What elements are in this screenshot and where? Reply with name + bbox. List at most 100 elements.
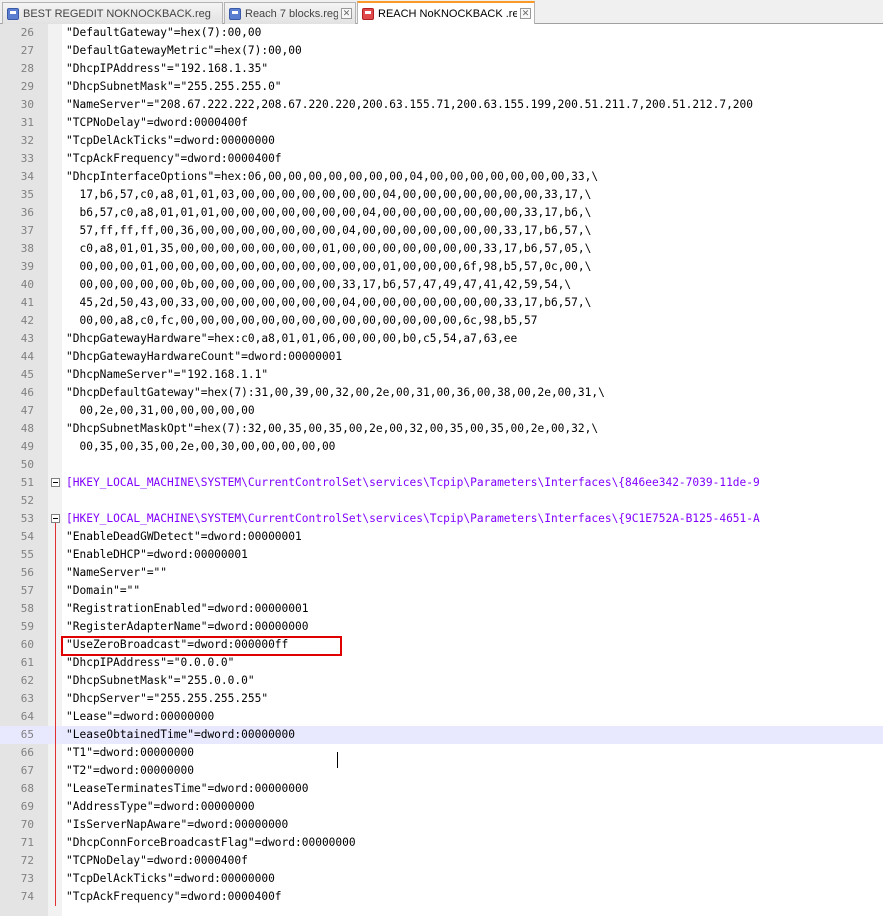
code-line[interactable]: 47 00,2e,00,31,00,00,00,00,00 [0, 402, 883, 420]
code-line[interactable]: 43 "DhcpGatewayHardware"=hex:c0,a8,01,01,… [0, 330, 883, 348]
code-line[interactable]: 67 "T2"=dword:00000000 [0, 762, 883, 780]
code-line[interactable]: 40 00,00,00,00,00,0b,00,00,00,00,00,00,0… [0, 276, 883, 294]
code-text[interactable]: "DhcpInterfaceOptions"=hex:06,00,00,00,0… [66, 168, 598, 186]
code-line[interactable]: 51 [HKEY_LOCAL_MACHINE\SYSTEM\CurrentCont… [0, 474, 883, 492]
code-line[interactable]: 58 "RegistrationEnabled"=dword:00000001 [0, 600, 883, 618]
tab-reach-7-blocks[interactable]: Reach 7 blocks.reg ✕ [224, 2, 356, 24]
code-text[interactable]: "DhcpServer"="255.255.255.255" [66, 690, 268, 708]
code-text[interactable]: "TcpDelAckTicks"=dword:00000000 [66, 132, 275, 150]
code-line[interactable]: 36 b6,57,c0,a8,01,01,01,00,00,00,00,00,0… [0, 204, 883, 222]
code-line[interactable]: 54 "EnableDeadGWDetect"=dword:00000001 [0, 528, 883, 546]
code-text[interactable]: "TCPNoDelay"=dword:0000400f [66, 852, 248, 870]
code-line[interactable]: 71 "DhcpConnForceBroadcastFlag"=dword:000… [0, 834, 883, 852]
fold-toggle-icon[interactable] [50, 474, 62, 492]
code-line[interactable]: 59 "RegisterAdapterName"=dword:00000000 [0, 618, 883, 636]
code-line[interactable]: 63 "DhcpServer"="255.255.255.255" [0, 690, 883, 708]
code-text[interactable]: "RegisterAdapterName"=dword:00000000 [66, 618, 308, 636]
code-line[interactable]: 39 00,00,00,01,00,00,00,00,00,00,00,00,0… [0, 258, 883, 276]
code-text[interactable]: "DefaultGateway"=hex(7):00,00 [66, 24, 261, 42]
code-line[interactable]: 44 "DhcpGatewayHardwareCount"=dword:00000… [0, 348, 883, 366]
code-text[interactable]: "T2"=dword:00000000 [66, 762, 194, 780]
code-line[interactable]: 64 "Lease"=dword:00000000 [0, 708, 883, 726]
code-text[interactable]: "DhcpNameServer"="192.168.1.1" [66, 366, 268, 384]
code-line[interactable]: 33 "TcpAckFrequency"=dword:0000400f [0, 150, 883, 168]
code-line[interactable]: 62 "DhcpSubnetMask"="255.0.0.0" [0, 672, 883, 690]
code-text[interactable]: "T1"=dword:00000000 [66, 744, 194, 762]
code-line[interactable]: 65 "LeaseObtainedTime"=dword:00000000 [0, 726, 883, 744]
code-line[interactable]: 30 "NameServer"="208.67.222.222,208.67.22… [0, 96, 883, 114]
code-line[interactable]: 50 [0, 456, 883, 474]
code-text[interactable]: 00,00,a8,c0,fc,00,00,00,00,00,00,00,00,0… [66, 312, 537, 330]
code-line[interactable]: 37 57,ff,ff,ff,00,36,00,00,00,00,00,00,0… [0, 222, 883, 240]
code-text[interactable]: 17,b6,57,c0,a8,01,01,03,00,00,00,00,00,0… [66, 186, 591, 204]
code-text[interactable]: "DhcpGatewayHardware"=hex:c0,a8,01,01,06… [66, 330, 517, 348]
code-text[interactable]: "EnableDeadGWDetect"=dword:00000001 [66, 528, 302, 546]
tab-reach-noknockback[interactable]: REACH NoKNOCKBACK .reg ✕ [357, 1, 535, 24]
code-text[interactable]: "DhcpIPAddress"="192.168.1.35" [66, 60, 268, 78]
code-text[interactable]: "DhcpConnForceBroadcastFlag"=dword:00000… [66, 834, 356, 852]
code-text[interactable]: 45,2d,50,43,00,33,00,00,00,00,00,00,00,0… [66, 294, 591, 312]
code-text[interactable]: 00,2e,00,31,00,00,00,00,00 [66, 402, 254, 420]
code-line[interactable]: 46 "DhcpDefaultGateway"=hex(7):31,00,39,0… [0, 384, 883, 402]
fold-toggle-icon[interactable] [50, 510, 62, 528]
code-line[interactable]: 28 "DhcpIPAddress"="192.168.1.35" [0, 60, 883, 78]
code-line[interactable]: 69 "AddressType"=dword:00000000 [0, 798, 883, 816]
code-line[interactable]: 26 "DefaultGateway"=hex(7):00,00 [0, 24, 883, 42]
editor-pane[interactable]: 26 "DefaultGateway"=hex(7):00,00 27 "Defaul… [0, 24, 883, 916]
tab-best-regedit[interactable]: BEST REGEDIT NOKNOCKBACK.reg [2, 2, 223, 24]
code-text[interactable]: 00,00,00,00,00,0b,00,00,00,00,00,00,00,3… [66, 276, 571, 294]
close-icon[interactable]: ✕ [520, 8, 531, 19]
code-lines[interactable]: 26 "DefaultGateway"=hex(7):00,00 27 "Defaul… [0, 24, 883, 906]
code-text[interactable]: [HKEY_LOCAL_MACHINE\SYSTEM\CurrentContro… [66, 474, 760, 492]
code-text[interactable]: 57,ff,ff,ff,00,36,00,00,00,00,00,00,00,0… [66, 222, 591, 240]
code-text[interactable]: b6,57,c0,a8,01,01,01,00,00,00,00,00,00,0… [66, 204, 591, 222]
code-line[interactable]: 41 45,2d,50,43,00,33,00,00,00,00,00,00,0… [0, 294, 883, 312]
code-text[interactable]: "DhcpSubnetMask"="255.0.0.0" [66, 672, 255, 690]
code-text[interactable]: "DefaultGatewayMetric"=hex(7):00,00 [66, 42, 302, 60]
code-text[interactable]: "DhcpDefaultGateway"=hex(7):31,00,39,00,… [66, 384, 605, 402]
code-line[interactable]: 45 "DhcpNameServer"="192.168.1.1" [0, 366, 883, 384]
code-text[interactable]: "Lease"=dword:00000000 [66, 708, 214, 726]
code-text[interactable]: "AddressType"=dword:00000000 [66, 798, 255, 816]
code-text[interactable]: "TcpAckFrequency"=dword:0000400f [66, 150, 282, 168]
code-text[interactable]: "RegistrationEnabled"=dword:00000001 [66, 600, 308, 618]
code-line[interactable]: 35 17,b6,57,c0,a8,01,01,03,00,00,00,00,0… [0, 186, 883, 204]
code-line[interactable]: 55 "EnableDHCP"=dword:00000001 [0, 546, 883, 564]
code-line[interactable]: 34 "DhcpInterfaceOptions"=hex:06,00,00,00… [0, 168, 883, 186]
code-text[interactable]: "TCPNoDelay"=dword:0000400f [66, 114, 248, 132]
close-icon[interactable]: ✕ [341, 8, 352, 19]
code-text[interactable]: "DhcpGatewayHardwareCount"=dword:0000000… [66, 348, 342, 366]
code-line[interactable]: 68 "LeaseTerminatesTime"=dword:00000000 [0, 780, 883, 798]
code-text[interactable]: "LeaseObtainedTime"=dword:00000000 [66, 726, 295, 744]
code-line[interactable]: 53 [HKEY_LOCAL_MACHINE\SYSTEM\CurrentCont… [0, 510, 883, 528]
code-line[interactable]: 57 "Domain"="" [0, 582, 883, 600]
code-line[interactable]: 32 "TcpDelAckTicks"=dword:00000000 [0, 132, 883, 150]
code-text[interactable]: "DhcpSubnetMaskOpt"=hex(7):32,00,35,00,3… [66, 420, 598, 438]
code-text[interactable]: [HKEY_LOCAL_MACHINE\SYSTEM\CurrentContro… [66, 510, 760, 528]
code-text[interactable]: 00,35,00,35,00,2e,00,30,00,00,00,00,00 [66, 438, 335, 456]
code-line[interactable]: 72 "TCPNoDelay"=dword:0000400f [0, 852, 883, 870]
code-line[interactable]: 73 "TcpDelAckTicks"=dword:00000000 [0, 870, 883, 888]
code-text[interactable]: c0,a8,01,01,35,00,00,00,00,00,00,00,01,0… [66, 240, 591, 258]
code-line[interactable]: 70 "IsServerNapAware"=dword:00000000 [0, 816, 883, 834]
code-line[interactable]: 49 00,35,00,35,00,2e,00,30,00,00,00,00,0… [0, 438, 883, 456]
code-line[interactable]: 61 "DhcpIPAddress"="0.0.0.0" [0, 654, 883, 672]
code-text[interactable]: "TcpDelAckTicks"=dword:00000000 [66, 870, 275, 888]
code-line[interactable]: 56 "NameServer"="" [0, 564, 883, 582]
code-text[interactable]: 00,00,00,01,00,00,00,00,00,00,00,00,00,0… [66, 258, 591, 276]
code-line[interactable]: 31 "TCPNoDelay"=dword:0000400f [0, 114, 883, 132]
code-line[interactable]: 52 [0, 492, 883, 510]
code-line[interactable]: 48 "DhcpSubnetMaskOpt"=hex(7):32,00,35,00… [0, 420, 883, 438]
code-line[interactable]: 42 00,00,a8,c0,fc,00,00,00,00,00,00,00,0… [0, 312, 883, 330]
code-text[interactable]: "TcpAckFrequency"=dword:0000400f [66, 888, 282, 906]
code-text[interactable]: "DhcpSubnetMask"="255.255.255.0" [66, 78, 282, 96]
code-text[interactable]: "EnableDHCP"=dword:00000001 [66, 546, 248, 564]
code-line[interactable]: 29 "DhcpSubnetMask"="255.255.255.0" [0, 78, 883, 96]
code-line[interactable]: 38 c0,a8,01,01,35,00,00,00,00,00,00,00,0… [0, 240, 883, 258]
code-line[interactable]: 27 "DefaultGatewayMetric"=hex(7):00,00 [0, 42, 883, 60]
code-line[interactable]: 74 "TcpAckFrequency"=dword:0000400f [0, 888, 883, 906]
code-text[interactable]: "NameServer"="208.67.222.222,208.67.220.… [66, 96, 753, 114]
code-text[interactable]: "IsServerNapAware"=dword:00000000 [66, 816, 288, 834]
code-text[interactable]: "DhcpIPAddress"="0.0.0.0" [66, 654, 234, 672]
code-text[interactable]: "LeaseTerminatesTime"=dword:00000000 [66, 780, 308, 798]
